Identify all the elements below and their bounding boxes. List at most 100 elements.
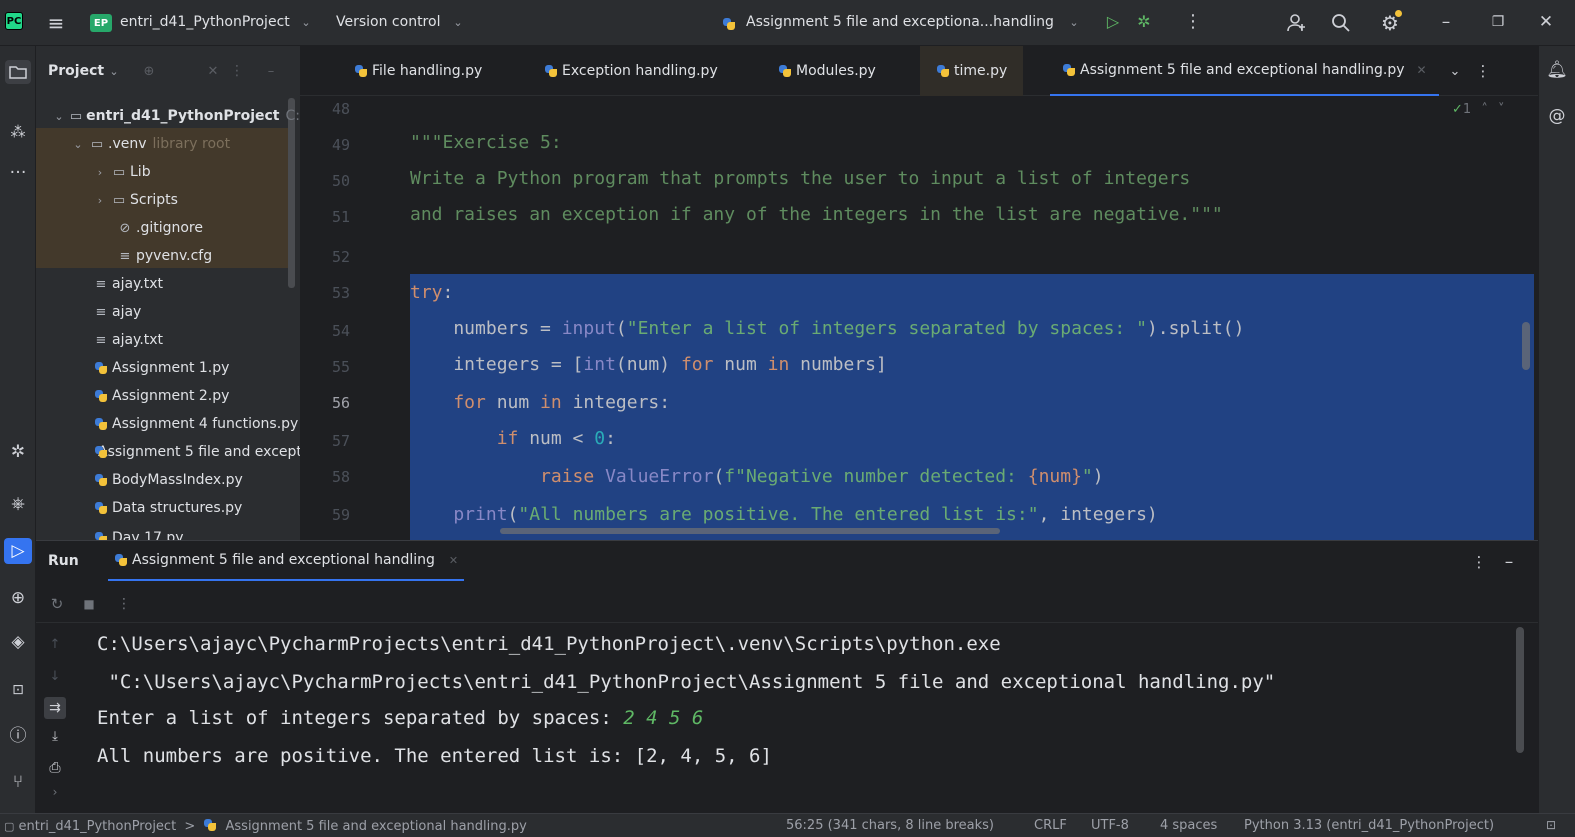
python-file-icon [936,64,950,78]
chevron-down-icon[interactable]: ⌄ [72,138,84,151]
run-panel-title[interactable]: Run [48,553,79,569]
tree-item-file[interactable]: ≡ ajay [36,298,300,326]
tree-item-venv[interactable]: ⌄ ▭ .venv library root [36,130,300,158]
arrow-down-icon[interactable]: ↓ [46,667,64,685]
notifications-icon[interactable]: 🔔︎ [1545,58,1569,82]
arrow-up-icon[interactable]: ↑ [46,635,64,653]
more-vert-icon[interactable]: ⋮ [1476,62,1491,80]
chevron-right-icon[interactable]: › [94,194,106,207]
chevron-down-icon[interactable]: ⌄ [452,16,464,28]
terminal-icon[interactable]: ⊡ [5,678,31,702]
breadcrumb-file[interactable]: Assignment 5 file and exceptional handli… [226,819,527,834]
tree-item-lib[interactable]: › ▭ Lib [36,158,300,186]
tab-label: time.py [954,63,1008,79]
more-vert-icon[interactable]: ⋮ [1472,553,1487,571]
folder-icon[interactable] [5,60,31,84]
problems-icon[interactable]: ⓘ [5,724,31,748]
tree-item-file[interactable]: Assignment 4 functions.py [36,410,300,438]
project-selector[interactable]: entri_d41_PythonProject [120,14,290,30]
run-icon[interactable]: ▷ [1103,12,1123,32]
interpreter-selector[interactable]: Python 3.13 (entri_d41_PythonProject) [1244,818,1494,833]
collapse-icon[interactable]: ✕ [204,62,222,80]
tree-item-file[interactable]: Data structures.py [36,494,300,522]
minimize-icon[interactable]: – [1436,12,1456,32]
run-tab[interactable]: Assignment 5 file and exceptional handli… [108,541,465,581]
tree-item-project-root[interactable]: ⌄ ▭ entri_d41_PythonProject C: [36,102,300,130]
chevron-up-icon[interactable]: ˄ [1481,102,1488,117]
more-vert-icon[interactable]: ⋮ [230,62,244,80]
print-icon[interactable]: ⎙ [46,759,64,777]
rerun-icon[interactable]: ↻ [48,595,66,613]
close-icon[interactable]: ✕ [1536,12,1556,32]
git-icon[interactable]: ⑂ [5,770,31,794]
restore-icon[interactable]: ❐ [1488,12,1508,32]
chevron-right-icon[interactable]: › [94,166,106,179]
debug-icon[interactable]: ✲ [1134,12,1154,32]
hamburger-menu-icon[interactable]: ≡ [45,12,67,34]
indent-setting[interactable]: 4 spaces [1160,818,1217,833]
hide-panel-icon[interactable]: – [262,62,280,80]
inspection-widget[interactable]: ✓1 ˄ ˅ [1452,102,1504,117]
lock-icon[interactable]: ⊡ [1546,818,1556,832]
tab-exception-handling[interactable]: Exception handling.py [544,46,718,96]
scroll-end-icon[interactable]: ⤓ [46,727,64,745]
run-panel-icon[interactable]: ▷ [4,538,32,564]
tree-item-file[interactable]: ≡ ajay.txt [36,270,300,298]
chevron-down-icon[interactable]: ˅ [1498,102,1505,117]
code-editor[interactable]: ✓1 ˄ ˅ 48 49 50 51 52 53 54 55 56 57 58 … [300,96,1538,540]
chevron-down-icon[interactable]: ⌄ [54,110,64,123]
layers-icon[interactable]: ◈ [5,630,31,654]
editor-scrollbar[interactable] [1522,322,1530,370]
file-encoding[interactable]: UTF-8 [1091,818,1129,833]
tree-item-pyvenv[interactable]: ≡ pyvenv.cfg [36,242,300,270]
tree-item-file[interactable]: ≡ ajay.txt [36,326,300,354]
tab-file-handling[interactable]: File handling.py [354,46,482,96]
chevron-right-icon[interactable]: › [46,785,64,799]
vcs-selector[interactable]: Version control [336,14,440,30]
tree-item-file[interactable]: Day 17.py [36,524,300,540]
close-icon[interactable]: ✕ [1417,63,1427,77]
stop-icon[interactable]: ■ [80,595,98,613]
chevron-down-icon[interactable]: ⌄ [300,16,312,28]
chevron-down-icon[interactable]: ⌄ [1068,16,1080,28]
project-panel-title[interactable]: Project [48,63,104,79]
more-vert-icon[interactable]: ⋮ [117,595,131,613]
add-user-icon[interactable] [1286,12,1308,34]
structure-icon[interactable]: ⁂ [5,120,31,144]
folder-icon: ▭ [69,108,83,124]
bug-icon[interactable]: ✲ [5,440,31,464]
caret-position[interactable]: 56:25 (341 chars, 8 line breaks) [786,818,994,833]
chevron-down-icon[interactable]: ⌄ [108,65,120,77]
pycharm-logo-icon[interactable]: PC [5,12,23,30]
title-bar: PC ≡ EP entri_d41_PythonProject ⌄ Versio… [0,0,1575,46]
search-icon[interactable] [1330,12,1352,34]
code-token: num [485,392,541,413]
minimize-icon[interactable]: – [1500,553,1518,571]
soft-wrap-icon[interactable]: ⇉ [44,697,66,719]
tree-item-file[interactable]: Assignment 5 file and exceptional handli… [36,438,300,466]
code-token: num < [518,428,595,449]
close-icon[interactable]: ✕ [449,554,458,567]
tree-item-file[interactable]: Assignment 2.py [36,382,300,410]
plugins-icon[interactable]: ⎈ [5,492,31,516]
locate-icon[interactable]: ⊕ [140,62,158,80]
more-horiz-icon[interactable]: … [5,156,31,180]
breadcrumb-project[interactable]: entri_d41_PythonProject [19,819,177,834]
horizontal-scrollbar[interactable] [500,528,1000,534]
line-separator[interactable]: CRLF [1034,818,1067,833]
more-vert-icon[interactable]: ⋮ [1184,12,1202,32]
ai-assistant-icon[interactable]: @ [1545,104,1569,128]
line-number: 49 [331,136,350,154]
tree-item-file[interactable]: BodyMassIndex.py [36,466,300,494]
run-config-selector[interactable]: Assignment 5 file and exceptiona...handl… [746,14,1054,30]
tab-modules[interactable]: Modules.py [778,46,876,96]
tree-item-file[interactable]: Assignment 1.py [36,354,300,382]
code-line: numbers = input("Enter a list of integer… [410,318,1244,339]
services-icon[interactable]: ⊕ [5,586,31,610]
chevron-down-icon[interactable]: ⌄ [1446,62,1464,80]
tree-item-scripts[interactable]: › ▭ Scripts [36,186,300,214]
tab-time[interactable]: time.py [920,46,1024,96]
tree-item-gitignore[interactable]: ⊘ .gitignore [36,214,300,242]
tab-assignment-5[interactable]: Assignment 5 file and exceptional handli… [1050,46,1439,96]
console-scrollbar[interactable] [1516,627,1524,753]
